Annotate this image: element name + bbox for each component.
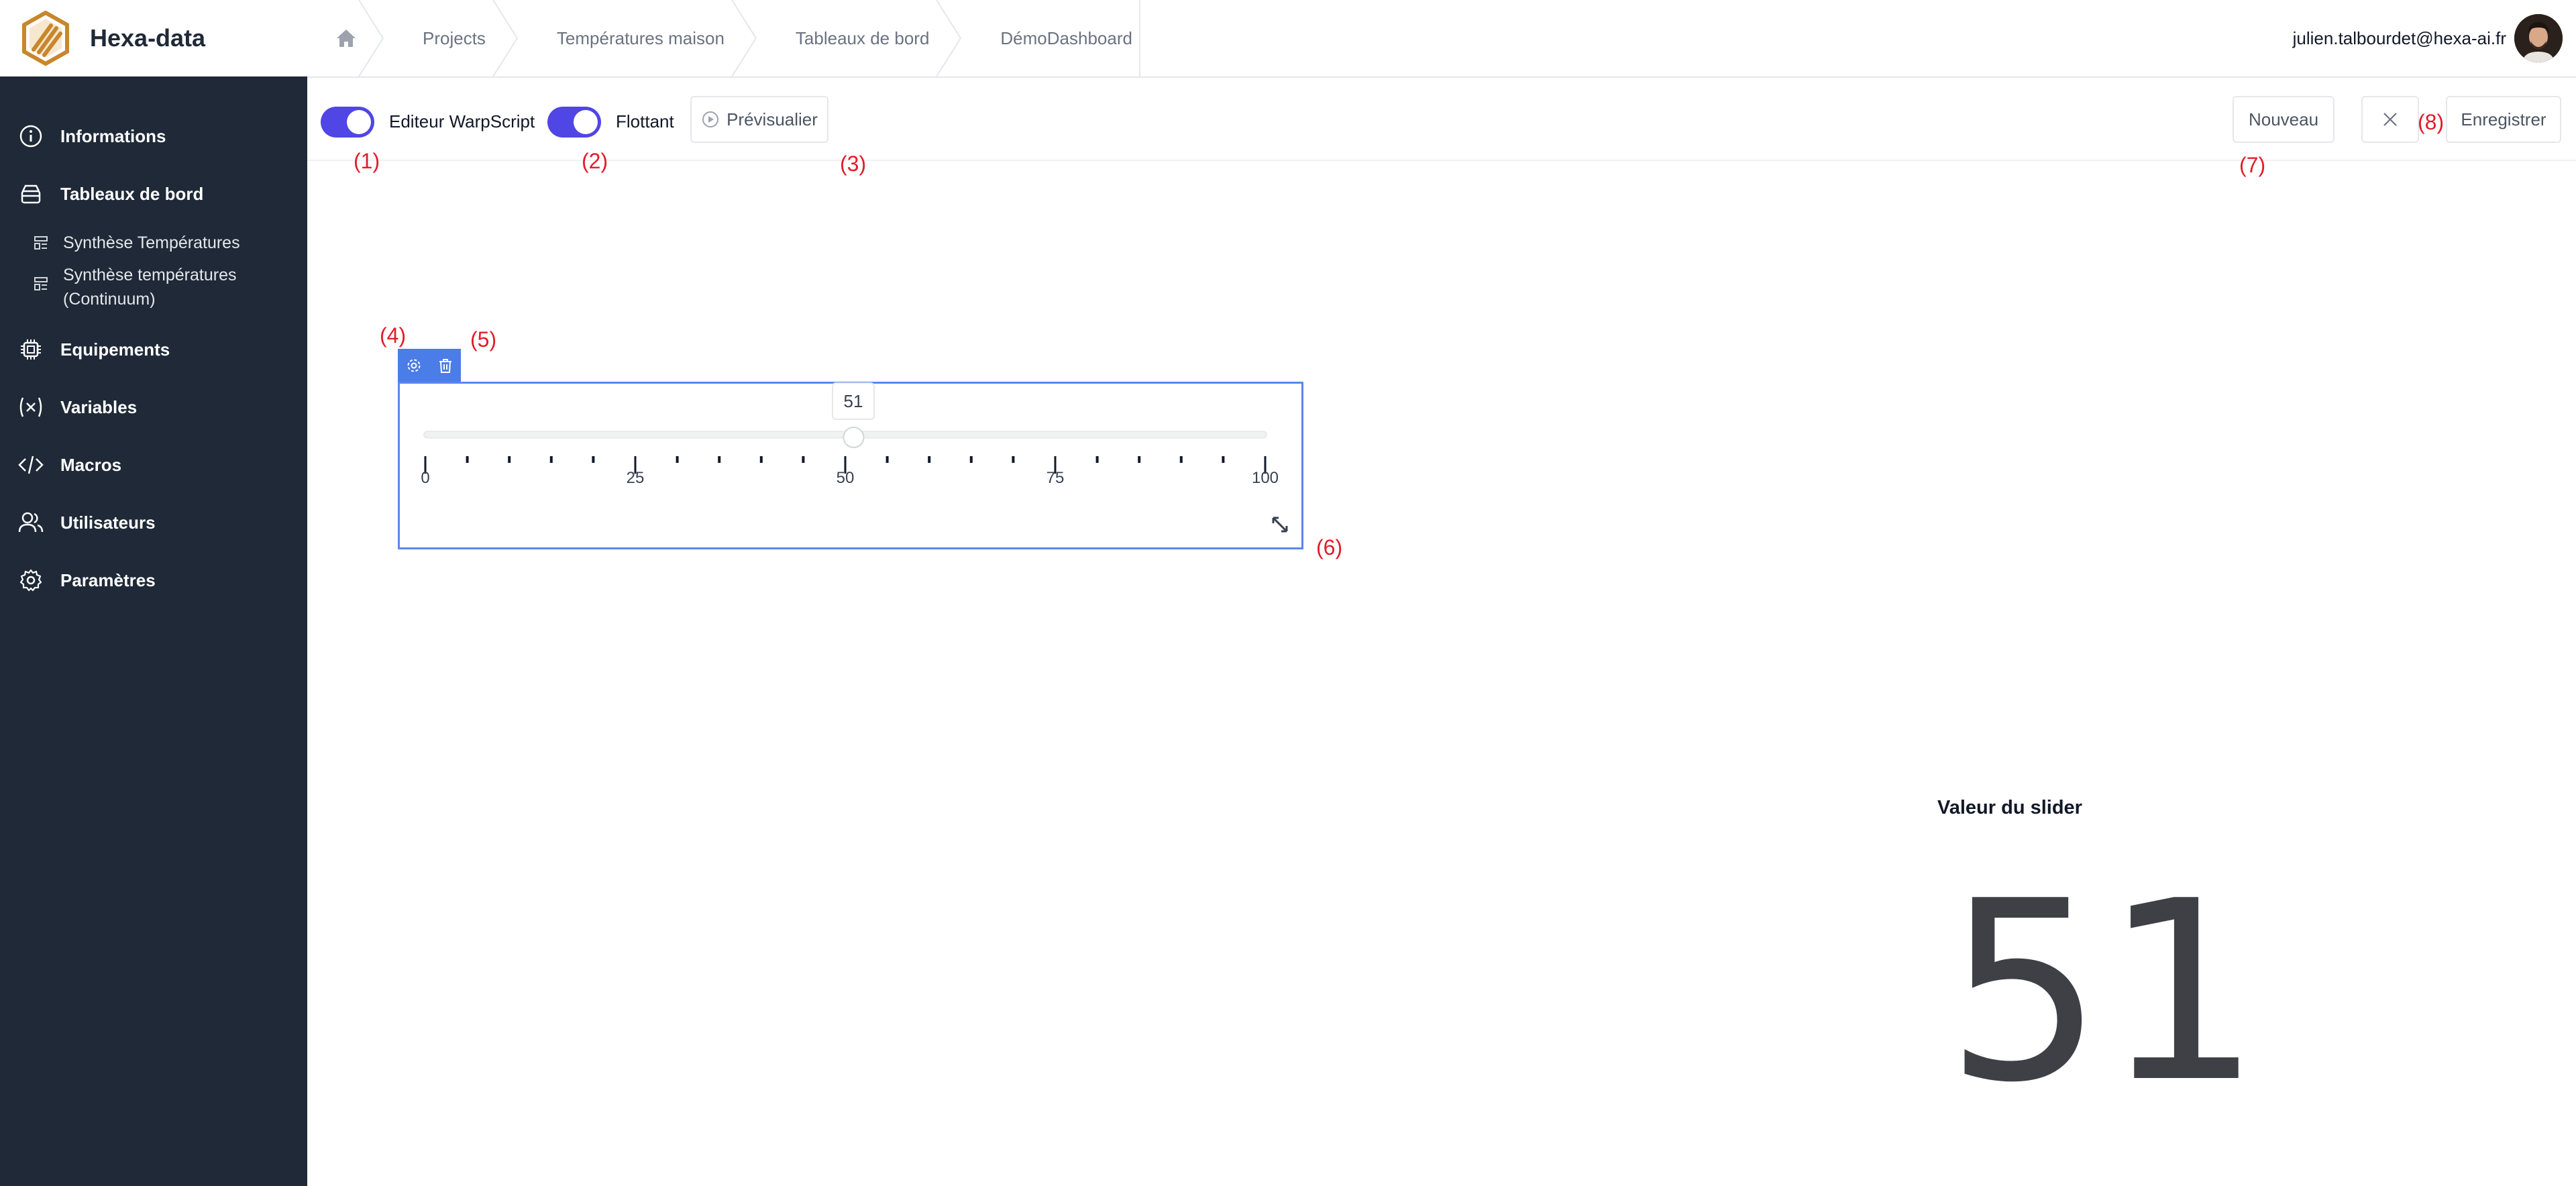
sidebar-item-macros[interactable]: Macros: [0, 436, 307, 494]
slider-handle[interactable]: [843, 427, 865, 448]
breadcrumb-home[interactable]: [307, 0, 384, 76]
sidebar-item-label: Utilisateurs: [60, 512, 156, 533]
annotation-8: (8): [2418, 110, 2445, 134]
floating-toggle[interactable]: [547, 107, 601, 138]
code-icon: [17, 451, 44, 478]
close-button[interactable]: [2361, 96, 2419, 143]
value-widget-number: 51: [1945, 849, 2261, 1137]
annotation-5: (5): [470, 327, 497, 352]
info-icon: [17, 123, 44, 150]
breadcrumb-current-dashboard[interactable]: DémoDashboard: [961, 0, 1165, 76]
sidebar-item-synthese-temperatures[interactable]: Synthèse Températures: [0, 223, 307, 263]
annotation-6: (6): [1316, 535, 1343, 559]
preview-button[interactable]: Prévisualier: [690, 96, 828, 143]
sidebar-item-label: Synthèse températures (Continuum): [63, 266, 237, 309]
resize-handle-icon[interactable]: [1271, 515, 1289, 534]
annotation-1: (1): [354, 149, 380, 173]
value-widget-title: Valeur du slider: [1937, 797, 2082, 818]
hexa-data-logo: [22, 11, 69, 66]
brand[interactable]: Hexa-data: [0, 0, 307, 76]
sidebar-item-tableaux-de-bord[interactable]: Tableaux de bord: [0, 165, 307, 223]
sidebar-item-equipements[interactable]: Equipements: [0, 321, 307, 378]
settings-icon[interactable]: [406, 358, 422, 374]
annotation-3: (3): [840, 152, 867, 176]
sidebar: Hexa-data Informations Tableaux de bord …: [0, 0, 307, 1186]
slider-value-tooltip: 51: [832, 382, 875, 420]
breadcrumb-projects[interactable]: Projects: [384, 0, 519, 76]
breadcrumb-separator: [358, 0, 384, 76]
sidebar-item-parametres[interactable]: Paramètres: [0, 551, 307, 609]
annotation-4: (4): [380, 323, 407, 347]
app-name: Hexa-data: [90, 24, 206, 52]
new-button[interactable]: Nouveau: [2233, 96, 2334, 143]
sidebar-item-label: Paramètres: [60, 570, 156, 590]
avatar[interactable]: [2514, 14, 2563, 62]
sidebar-item-label: Informations: [60, 125, 166, 146]
top-header: Projects Températures maison Tableaux de…: [307, 0, 2576, 78]
sidebar-item-utilisateurs[interactable]: Utilisateurs: [0, 494, 307, 551]
layout-icon: [34, 277, 48, 290]
gear-icon: [17, 567, 44, 594]
widget-action-bar: [398, 349, 461, 382]
breadcrumb-dashboards[interactable]: Tableaux de bord: [757, 0, 962, 76]
sidebar-item-label: Tableaux de bord: [60, 183, 204, 204]
breadcrumb-separator: [1138, 0, 1140, 76]
breadcrumb-separator: [936, 0, 962, 76]
sidebar-item-variables[interactable]: Variables: [0, 378, 307, 436]
breadcrumb-separator: [731, 0, 757, 76]
sidebar-item-synthese-temperatures-continuum[interactable]: Synthèse températures (Continuum): [0, 263, 307, 321]
layout-icon: [34, 236, 48, 250]
warpscript-editor-toggle[interactable]: [321, 107, 374, 138]
avatar-image: [2514, 14, 2563, 62]
sidebar-item-label: Equipements: [60, 339, 170, 360]
toggle-knob: [574, 110, 598, 134]
trash-icon[interactable]: [438, 358, 453, 374]
breadcrumb-project[interactable]: Températures maison: [518, 0, 757, 76]
variable-icon: [17, 394, 44, 421]
breadcrumb: Projects Températures maison Tableaux de…: [307, 0, 1165, 76]
close-icon: [2383, 113, 2397, 126]
sidebar-item-label: Variables: [60, 396, 138, 417]
sidebar-item-label: Synthèse Températures: [63, 233, 240, 252]
floating-label: Flottant: [616, 111, 674, 131]
home-icon: [337, 30, 356, 47]
breadcrumb-separator: [492, 0, 519, 76]
annotation-2: (2): [582, 149, 608, 173]
warpscript-editor-label: Editeur WarpScript: [389, 111, 535, 131]
play-circle-icon: [702, 111, 719, 127]
user-email[interactable]: julien.talbourdet@hexa-ai.fr: [2293, 0, 2506, 76]
users-icon: [17, 509, 44, 536]
dashboard-toolbar: Editeur WarpScript Flottant Prévisualier…: [307, 78, 2576, 161]
sidebar-item-informations[interactable]: Informations: [0, 107, 307, 165]
dashboard-icon: [17, 180, 44, 207]
annotation-7: (7): [2239, 153, 2266, 177]
sidebar-item-label: Macros: [60, 454, 122, 475]
save-button[interactable]: Enregistrer: [2446, 96, 2561, 143]
chip-icon: [17, 336, 44, 363]
toggle-knob: [347, 110, 371, 134]
sidebar-nav: Informations Tableaux de bord Synthèse T…: [0, 107, 307, 609]
